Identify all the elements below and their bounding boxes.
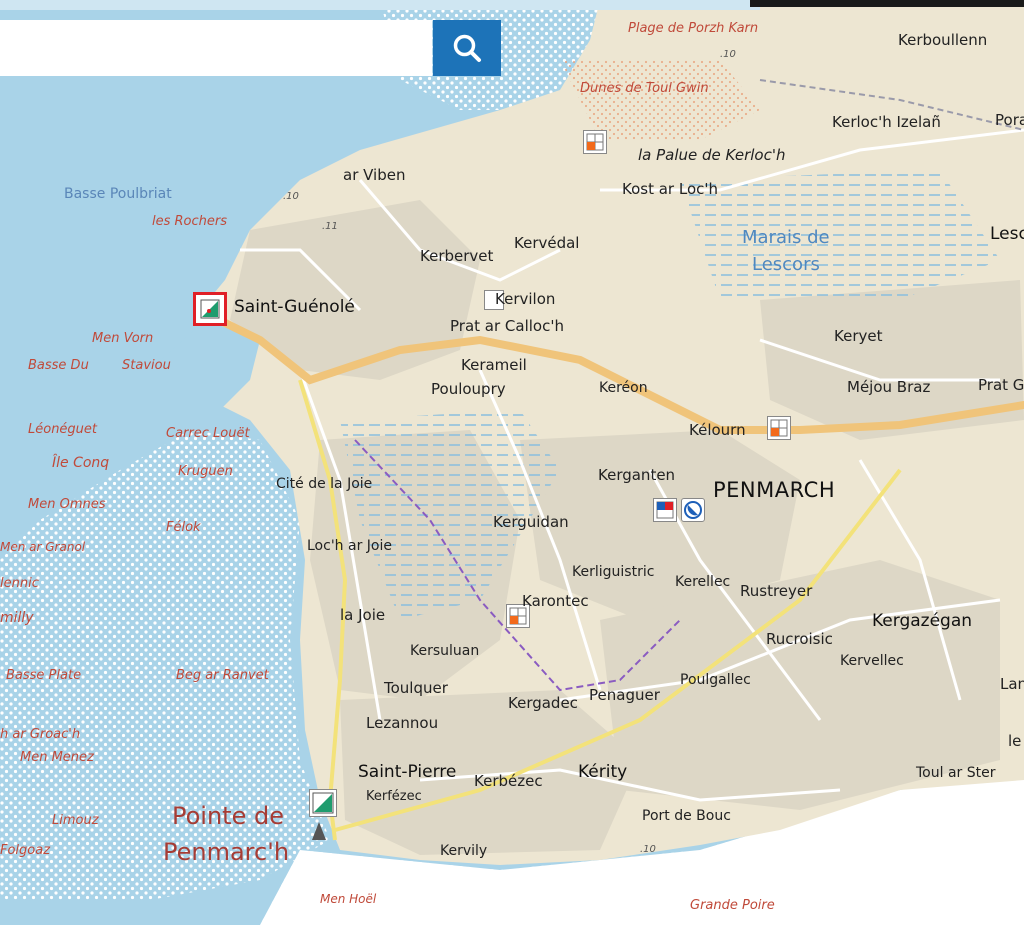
- label-felok: Félok: [166, 520, 201, 535]
- label-port-de-bouc: Port de Bouc: [642, 808, 731, 824]
- label-toul-ar-ster: Toul ar Ster: [916, 765, 996, 781]
- label-kervily: Kervily: [440, 843, 488, 859]
- town-hall-icon: [656, 501, 674, 519]
- label-men-vorn: Men Vorn: [92, 331, 154, 346]
- label-kerganten: Kerganten: [598, 466, 676, 484]
- label-kerguidan: Kerguidan: [493, 513, 569, 531]
- sport-icon: [684, 501, 702, 519]
- label-poulgallec: Poulgallec: [680, 672, 751, 688]
- label-rucroisic: Rucroisic: [766, 630, 833, 648]
- lighthouse-icon: [312, 792, 334, 814]
- label-h-ar-groach: h ar Groac'h: [0, 727, 81, 742]
- label-saint-guenole: Saint-Guénolé: [234, 297, 355, 317]
- label-basse-poulbriat: Basse Poulbriat: [64, 186, 172, 202]
- poi-marker-kelourn[interactable]: [767, 416, 791, 440]
- beach-icon: [200, 299, 220, 319]
- label-kergadec: Kergadec: [508, 694, 578, 712]
- label-folgoaz: Folgoaz: [0, 843, 51, 858]
- label-ar-viben: ar Viben: [343, 166, 406, 184]
- top-strip: [0, 0, 760, 10]
- label-kruguen: Kruguen: [178, 464, 233, 479]
- poi-marker-pointe[interactable]: [309, 789, 337, 817]
- spot-height: .10: [640, 844, 656, 855]
- label-kerloch-izelan: Kerloc'h Izelañ: [832, 113, 941, 131]
- label-kost-ar-loch: Kost ar Loc'h: [622, 180, 719, 198]
- label-carrec-louet: Carrec Louët: [166, 426, 250, 441]
- search-input[interactable]: [0, 20, 432, 76]
- label-marais-de: Marais de: [742, 227, 830, 248]
- label-men-menez: Men Menez: [20, 750, 94, 765]
- label-ile-conq: Île Conq: [52, 455, 110, 471]
- landmark-icon: [586, 133, 604, 151]
- label-men-ar-granol: Men ar Granol: [0, 540, 86, 554]
- label-loch-ar-joie: Loc'h ar Joie: [307, 538, 392, 554]
- label-kereon: Keréon: [599, 380, 648, 396]
- label-limouz: Limouz: [52, 813, 99, 828]
- label-grande-poire: Grande Poire: [690, 898, 775, 913]
- lighthouse-shape: [312, 822, 326, 840]
- label-les-rochers: les Rochers: [152, 214, 228, 229]
- label-kelourn: Kélourn: [689, 421, 746, 439]
- spot-height: .10: [283, 191, 299, 202]
- label-plage-porzh-karn: Plage de Porzh Karn: [628, 21, 759, 36]
- label-basse-du: Basse Du: [28, 358, 89, 373]
- label-men-omnes: Men Omnes: [28, 497, 106, 512]
- label-dunes-toul-gwin: Dunes de Toul Gwin: [580, 81, 709, 96]
- label-kerellec: Kerellec: [675, 574, 731, 590]
- selected-poi-marker[interactable]: [193, 292, 227, 326]
- label-penaguer: Penaguer: [589, 686, 660, 704]
- poi-marker-penmarch-sport[interactable]: [681, 498, 705, 522]
- label-penmarch-cape: Penmarc'h: [163, 838, 290, 866]
- search-bar: [0, 20, 502, 76]
- label-kerfezec: Kerfézec: [366, 789, 422, 804]
- label-toulquer: Toulquer: [384, 679, 448, 697]
- label-kerliguistric: Kerliguistric: [572, 564, 655, 580]
- label-kerity: Kérity: [578, 762, 628, 782]
- label-milly: milly: [0, 610, 34, 626]
- landmark-icon: [770, 419, 788, 437]
- label-keryet: Keryet: [834, 327, 883, 345]
- label-kerbervet: Kerbervet: [420, 247, 494, 265]
- label-kervellec: Kervellec: [840, 653, 904, 669]
- label-kervedal: Kervédal: [514, 234, 580, 252]
- label-kerbezec: Kerbézec: [474, 772, 543, 790]
- label-lescors: Lescors: [752, 254, 820, 275]
- search-icon: [453, 34, 481, 62]
- label-saint-pierre: Saint-Pierre: [358, 762, 457, 782]
- search-button[interactable]: [433, 20, 501, 76]
- spot-height: .11: [322, 221, 338, 232]
- label-la-joie: la Joie: [340, 606, 386, 624]
- label-mejou-braz: Méjou Braz: [847, 378, 931, 396]
- label-pouloupry: Pouloupry: [431, 380, 506, 398]
- label-kerboullenn: Kerboullenn: [898, 31, 988, 49]
- poi-marker-north[interactable]: [583, 130, 607, 154]
- label-prat-ar-calloch: Prat ar Calloc'h: [450, 317, 564, 335]
- label-kergazegan: Kergazégan: [872, 611, 973, 631]
- label-basse-plate: Basse Plate: [6, 668, 82, 683]
- label-lennic: lennic: [0, 576, 39, 591]
- label-staviou: Staviou: [122, 358, 171, 373]
- label-rustreyer: Rustreyer: [740, 582, 813, 600]
- label-lezannou: Lezannou: [366, 714, 439, 732]
- label-leoneguet: Léonéguet: [28, 422, 98, 437]
- label-beg-ar-ranvet: Beg ar Ranvet: [176, 668, 269, 683]
- label-penmarch: PENMARCH: [713, 478, 836, 502]
- label-poraz: Poraz: [995, 111, 1024, 129]
- label-pointe-de: Pointe de: [172, 802, 284, 830]
- top-dark-strip: [750, 0, 1024, 7]
- label-kerameil: Kerameil: [461, 356, 527, 374]
- label-cite-de-la-joie: Cité de la Joie: [276, 476, 373, 492]
- label-kervilon: Kervilon: [495, 290, 556, 308]
- spot-height: .10: [720, 49, 736, 60]
- poi-marker-penmarch-flag[interactable]: [653, 498, 677, 522]
- label-palue-kerloch: la Palue de Kerloc'h: [638, 146, 786, 164]
- label-lan: Lan: [1000, 675, 1024, 693]
- label-kersuluan: Kersuluan: [410, 643, 480, 659]
- label-karontec: Karontec: [522, 592, 589, 610]
- label-men-hoel: Men Hoël: [320, 892, 377, 906]
- label-le: le: [1008, 732, 1022, 750]
- label-lesc: Lesc: [990, 224, 1024, 244]
- label-prat-go: Prat Go: [978, 376, 1024, 394]
